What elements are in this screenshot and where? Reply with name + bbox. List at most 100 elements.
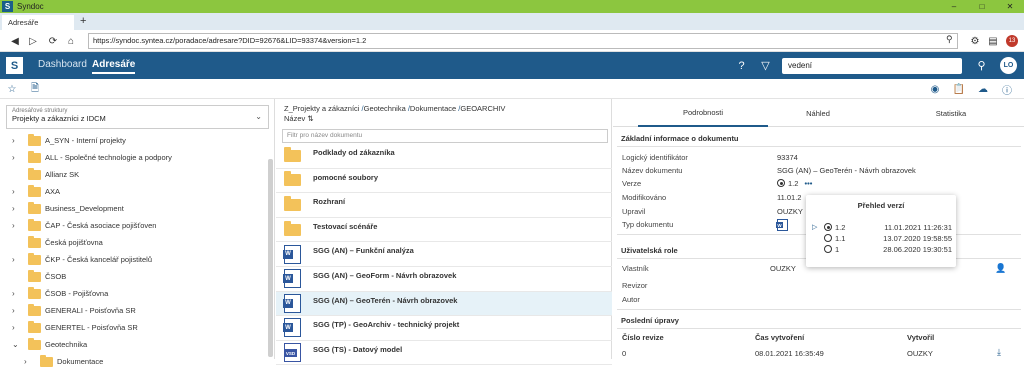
document-row-selected[interactable]: SGG (AN) – GeoTerén - Návrh obrazovek xyxy=(276,291,612,317)
document-row[interactable]: SGG (TS) - Datový model xyxy=(276,341,612,366)
version-label: 1.2 xyxy=(824,223,845,232)
expand-icon[interactable]: › xyxy=(12,136,22,145)
created-by-header: Vytvořil xyxy=(907,333,935,342)
tab-statistika[interactable]: Statistika xyxy=(886,99,1016,127)
tree-item[interactable]: Allianz SK xyxy=(0,166,270,183)
name-column-header[interactable]: Název ⇅ xyxy=(284,114,314,123)
version-label: 1 xyxy=(824,245,839,254)
app-header: S Dashboard Adresáře ? ▽ vedení ⚲ LO xyxy=(0,52,1024,79)
version-row[interactable]: 1 28.06.2020 19:30:51 xyxy=(812,245,952,255)
tree-item[interactable]: › A_SYN - Interní projekty xyxy=(0,132,270,149)
document-row[interactable]: Testovací scénáře xyxy=(276,218,612,243)
collapse-icon[interactable]: ⌄ xyxy=(12,340,22,349)
clipboard-icon[interactable]: 📋 xyxy=(952,82,966,96)
word-document-icon xyxy=(776,219,788,231)
expand-icon[interactable]: › xyxy=(12,255,22,264)
tree-item-label: GENERALI - Poisťovňa SR xyxy=(45,306,136,315)
assign-user-icon[interactable]: 👤 xyxy=(995,263,1006,274)
prop-label: Revizor xyxy=(622,281,648,290)
maximize-button[interactable]: □ xyxy=(968,0,996,13)
search-icon[interactable]: ⚲ xyxy=(974,58,989,73)
version-radio-icon[interactable] xyxy=(824,245,832,253)
tree-item[interactable]: › GENERTEL - Poisťovňa SR xyxy=(0,319,270,336)
tab-nahled[interactable]: Náhled xyxy=(753,99,883,127)
user-role-title: Uživatelská role xyxy=(621,246,678,255)
prop-label: Verze xyxy=(622,179,642,188)
preview-eye-icon[interactable]: ◉ xyxy=(928,82,942,96)
url-input[interactable]: https://syndoc.syntea.cz/poradace/adresa… xyxy=(88,33,958,49)
tree-item-label: ČAP - Česká asociace pojišťoven xyxy=(45,221,157,230)
version-more-icon[interactable]: ••• xyxy=(805,179,813,188)
expand-icon[interactable]: › xyxy=(12,153,22,162)
syndoc-logo[interactable]: S xyxy=(6,57,23,74)
expand-icon[interactable]: › xyxy=(12,221,22,230)
home-icon[interactable]: ⌂ xyxy=(64,34,78,48)
version-row[interactable]: 1.1 13.07.2020 19:58:55 xyxy=(812,234,952,244)
expand-icon[interactable]: › xyxy=(12,323,22,332)
tree-item[interactable]: ⌄ Geotechnika xyxy=(0,336,270,353)
nav-adresare[interactable]: Adresáře xyxy=(92,59,136,74)
notification-badge[interactable]: 13 xyxy=(1006,35,1018,47)
current-version-play-icon: ▷ xyxy=(812,224,818,231)
settings-gear-icon[interactable]: ⚙ xyxy=(968,34,982,48)
document-type-value xyxy=(776,219,788,233)
document-row[interactable]: SGG (AN) – Funkční analýza xyxy=(276,242,612,267)
tree-item[interactable]: Česká pojišťovna xyxy=(0,234,270,251)
user-avatar[interactable]: LO xyxy=(1000,57,1017,74)
breadcrumb-item[interactable]: GEOARCHIV xyxy=(460,104,505,113)
tree-item[interactable]: › ČSOB - Pojišťovna xyxy=(0,285,270,302)
forward-icon[interactable]: ▷ xyxy=(26,34,40,48)
filter-icon[interactable]: ▽ xyxy=(758,58,773,73)
window-titlebar: S Syndoc – □ ✕ xyxy=(0,0,1024,13)
tree-item[interactable]: › Dokumentace xyxy=(0,353,270,370)
help-icon[interactable]: ? xyxy=(734,58,749,73)
tree-item[interactable]: › AXA xyxy=(0,183,270,200)
minimize-button[interactable]: – xyxy=(940,0,968,13)
tree-item[interactable]: ČSOB xyxy=(0,268,270,285)
back-icon[interactable]: ◀ xyxy=(8,34,22,48)
document-row[interactable]: Podklady od zákazníka xyxy=(276,144,612,169)
nav-dashboard[interactable]: Dashboard xyxy=(38,59,87,70)
document-filter-input[interactable]: Filtr pro název dokumentu xyxy=(282,129,608,143)
header-search-input[interactable]: vedení xyxy=(782,58,962,74)
document-row[interactable]: SGG (TP) - GeoArchiv - technický projekt xyxy=(276,316,612,341)
expand-icon[interactable]: › xyxy=(24,357,34,366)
document-info-icon[interactable]: 🗎 xyxy=(28,82,42,96)
new-tab-button[interactable]: + xyxy=(80,15,86,27)
folder-icon xyxy=(284,171,301,187)
version-radio-icon[interactable] xyxy=(824,234,832,242)
close-button[interactable]: ✕ xyxy=(996,0,1024,13)
favorite-star-icon[interactable]: ☆ xyxy=(5,82,19,96)
tree-item[interactable]: › ALL - Společné technologie a podpory xyxy=(0,149,270,166)
tree-item[interactable]: › ČAP - Česká asociace pojišťoven xyxy=(0,217,270,234)
version-row[interactable]: ▷ 1.2 11.01.2021 11:26:31 xyxy=(812,223,952,233)
tree-scrollbar[interactable] xyxy=(268,159,273,357)
breadcrumb-item[interactable]: Z_Projekty a zákazníci xyxy=(284,104,359,113)
breadcrumb-item[interactable]: Dokumentace xyxy=(410,104,456,113)
document-row[interactable]: SGG (AN) – GeoForm - Návrh obrazovek xyxy=(276,267,612,292)
structure-select[interactable]: Adresářové struktury Projekty a zákazníc… xyxy=(6,105,269,129)
download-icon[interactable]: ⤓ xyxy=(997,347,1001,358)
reload-icon[interactable]: ⟳ xyxy=(46,34,60,48)
url-search-icon[interactable]: ⚲ xyxy=(946,34,953,45)
breadcrumb-item[interactable]: Geotechnika xyxy=(364,104,406,113)
expand-icon[interactable]: › xyxy=(12,204,22,213)
extension-icon[interactable]: ▤ xyxy=(986,34,1000,48)
tree-item[interactable]: › Business_Development xyxy=(0,200,270,217)
document-row[interactable]: pomocné soubory xyxy=(276,169,612,194)
info-icon[interactable]: ⓘ xyxy=(1000,82,1014,97)
tree-item[interactable]: › GENERALI - Poisťovňa SR xyxy=(0,302,270,319)
version-value[interactable]: 1.2 ••• xyxy=(777,179,812,188)
expand-icon[interactable]: › xyxy=(12,289,22,298)
browser-tab[interactable]: Adresáře xyxy=(2,15,74,30)
document-row[interactable]: Rozhraní xyxy=(276,193,612,218)
expand-icon[interactable]: › xyxy=(12,187,22,196)
version-radio-icon[interactable] xyxy=(824,223,832,231)
tab-podrobnosti[interactable]: Podrobnosti xyxy=(638,99,768,127)
folder-icon xyxy=(28,201,41,214)
expand-icon[interactable]: › xyxy=(12,306,22,315)
tree-item[interactable]: › ČKP - Česká kancelář pojistitelů xyxy=(0,251,270,268)
version-number: 1 xyxy=(835,245,840,254)
version-date: 11.01.2021 11:26:31 xyxy=(884,223,952,232)
upload-cloud-icon[interactable]: ☁ xyxy=(976,82,990,96)
